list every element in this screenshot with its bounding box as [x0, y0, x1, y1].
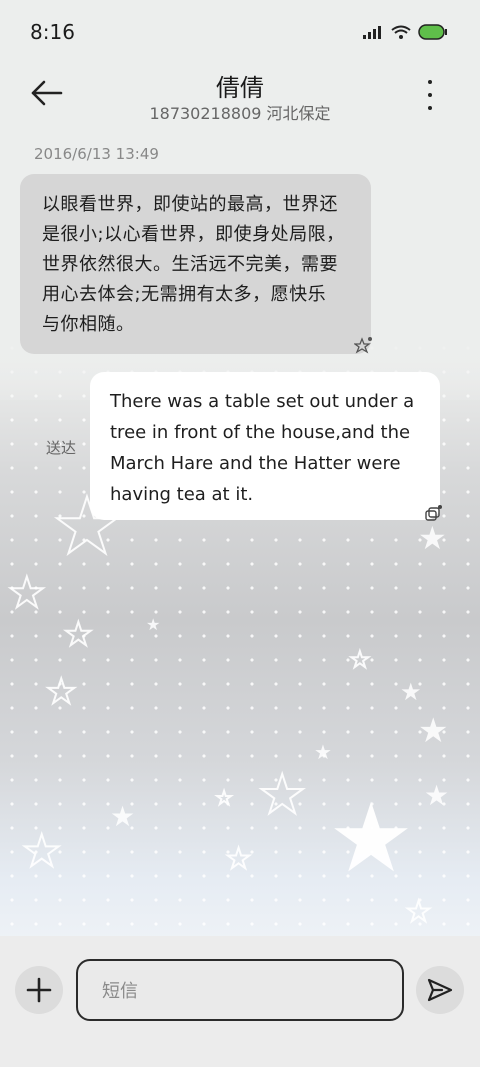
star-decoration-icon: ★ — [45, 672, 78, 712]
message-line: 世界依然很大。生活远不完美，需要 — [42, 254, 338, 275]
message-line: March Hare and the Hatter were — [110, 453, 401, 474]
message-line: 用心去体会;无需拥有太多，愿快乐 — [42, 284, 327, 305]
star-decoration-icon: ★ — [400, 678, 422, 706]
outgoing-message-bubble[interactable]: There was a table set out under a tree i… — [90, 372, 440, 520]
message-line: tree in front of the house,and the — [110, 422, 411, 443]
battery-icon — [418, 24, 448, 44]
star-decoration-icon: ★ — [225, 842, 252, 875]
status-time: 8:16 — [30, 20, 75, 44]
message-line: having tea at it. — [110, 484, 254, 505]
star-decoration-icon: ★ — [328, 782, 415, 894]
message-timestamp: 2016/6/13 13:49 — [34, 145, 159, 163]
more-options-button[interactable] — [420, 80, 440, 110]
sim-card-icon — [424, 503, 444, 527]
star-decoration-icon: ★ — [257, 763, 307, 826]
message-line: 以眼看世界，即使站的最高，世界还 — [42, 194, 338, 215]
send-icon — [427, 978, 453, 1002]
status-icons — [362, 24, 448, 44]
message-line: 是很小;以心看世界，即使身处局限， — [42, 224, 345, 245]
signal-icon — [362, 24, 384, 44]
message-line: 与你相随。 — [42, 314, 135, 335]
composer-bar — [0, 936, 480, 1067]
star-decoration-icon: ★ — [215, 788, 233, 809]
contact-name: 倩倩 — [216, 74, 264, 102]
star-decoration-icon: ★ — [349, 648, 371, 673]
star-decoration-icon: ★ — [110, 800, 136, 833]
star-decoration-icon: ★ — [21, 826, 62, 877]
star-decoration-icon: ★ — [405, 895, 432, 928]
star-decoration-icon: ★ — [146, 615, 161, 634]
star-decoration-icon: ★ — [63, 615, 94, 653]
message-input-wrapper — [76, 959, 404, 1021]
star-decoration-icon: ★ — [418, 711, 449, 751]
star-decoration-icon: ★ — [314, 740, 332, 764]
star-decoration-icon: ★ — [7, 568, 47, 617]
message-input[interactable] — [100, 961, 394, 1021]
add-attachment-button[interactable] — [15, 966, 63, 1014]
contact-number-location: 18730218809 河北保定 — [149, 104, 331, 123]
status-bar: 8:16 — [0, 0, 480, 64]
plus-icon — [26, 977, 52, 1003]
delivery-status: 送达 — [46, 439, 77, 457]
more-options-icon — [428, 80, 432, 84]
incoming-message-bubble[interactable]: 以眼看世界，即使站的最高，世界还 是很小;以心看世界，即使身处局限， 世界依然很… — [20, 174, 371, 354]
send-button[interactable] — [416, 966, 464, 1014]
wifi-icon — [390, 24, 412, 44]
message-line: There was a table set out under a — [110, 391, 415, 412]
star-decoration-icon: ★ — [424, 779, 450, 812]
conversation-header: 倩倩 18730218809 河北保定 — [0, 64, 480, 134]
sim-card-icon — [353, 335, 374, 359]
